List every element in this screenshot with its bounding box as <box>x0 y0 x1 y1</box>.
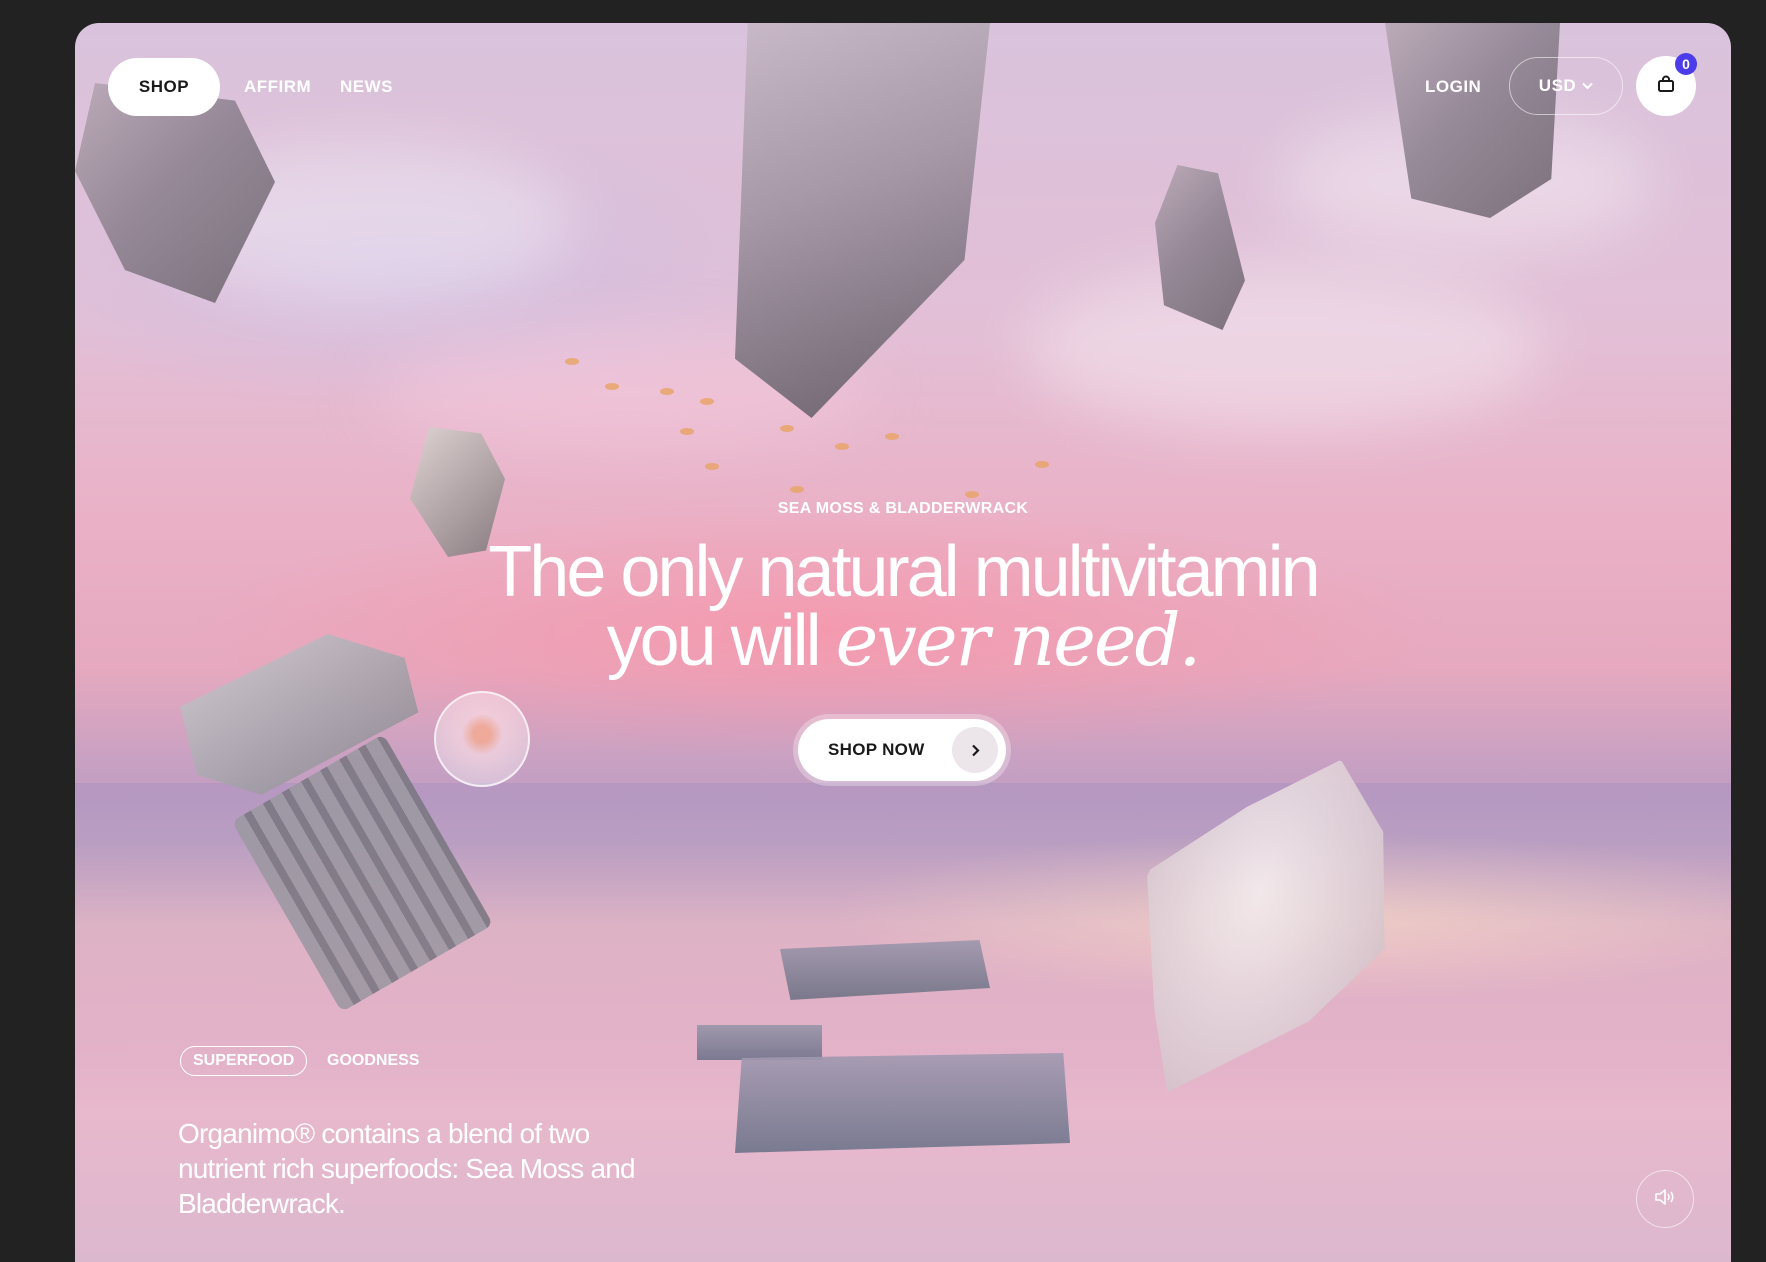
speaker-icon <box>1654 1188 1676 1211</box>
nav-news-link[interactable]: NEWS <box>340 73 393 101</box>
chevron-right-icon <box>952 727 998 773</box>
cloud-decoration <box>1025 263 1545 433</box>
nav-affirm-label: AFFIRM <box>244 77 312 96</box>
stone-slab <box>735 1053 1070 1153</box>
nav-shop-label: SHOP <box>138 77 190 96</box>
hero-canvas: SHOP AFFIRM NEWS LOGIN USD 0 SEA MOSS & … <box>75 23 1731 1262</box>
sea-moss-flake <box>660 388 674 395</box>
sound-toggle-button[interactable] <box>1636 1170 1694 1228</box>
currency-selector[interactable]: USD <box>1509 57 1623 115</box>
nav-login-link[interactable]: LOGIN <box>1425 73 1481 101</box>
hero-headline: The only natural multivitamin you will e… <box>75 532 1731 677</box>
sea-moss-flake <box>605 383 619 390</box>
nav-news-label: NEWS <box>340 77 393 96</box>
headline-line-1: The only natural multivitamin <box>488 532 1320 612</box>
sea-moss-flake <box>705 463 719 470</box>
chevron-down-icon <box>1582 79 1593 93</box>
cart-count-badge: 0 <box>1675 53 1697 75</box>
nav-affirm-link[interactable]: AFFIRM <box>244 73 311 101</box>
headline-line-2: you will ever need. <box>75 604 1731 677</box>
floating-rock <box>1155 165 1245 330</box>
sea-moss-flake <box>565 358 579 365</box>
floating-rock <box>735 23 990 418</box>
floating-rock <box>1385 23 1560 218</box>
hero-eyebrow: SEA MOSS & BLADDERWRACK <box>777 500 1029 517</box>
sea-moss-flake <box>680 428 694 435</box>
superfood-tag: SUPERFOOD <box>180 1046 308 1076</box>
stone-slab <box>697 1025 822 1060</box>
sea-moss-flake <box>835 443 849 450</box>
nav-login-label: LOGIN <box>1425 77 1482 96</box>
headline-line-2-italic: ever need. <box>835 598 1202 682</box>
sea-moss-flake <box>790 486 804 493</box>
sea-moss-flake <box>1035 461 1049 468</box>
nav-shop-button[interactable]: SHOP <box>108 58 220 116</box>
sea-moss-flake <box>885 433 899 440</box>
product-description: Organimo® contains a blend of two nutrie… <box>178 1118 636 1219</box>
sea-moss-flake <box>965 491 979 498</box>
floating-bubble <box>434 691 530 787</box>
shopping-bag-icon <box>1657 75 1675 98</box>
goodness-tag: GOODNESS <box>327 1052 420 1069</box>
sea-moss-flake <box>700 398 714 405</box>
currency-label: USD <box>1538 76 1577 95</box>
shop-now-button[interactable]: SHOP NOW <box>798 719 1006 781</box>
shop-now-label: SHOP NOW <box>828 740 925 759</box>
headline-line-2-plain: you will <box>606 601 836 681</box>
sea-moss-flake <box>780 425 794 432</box>
